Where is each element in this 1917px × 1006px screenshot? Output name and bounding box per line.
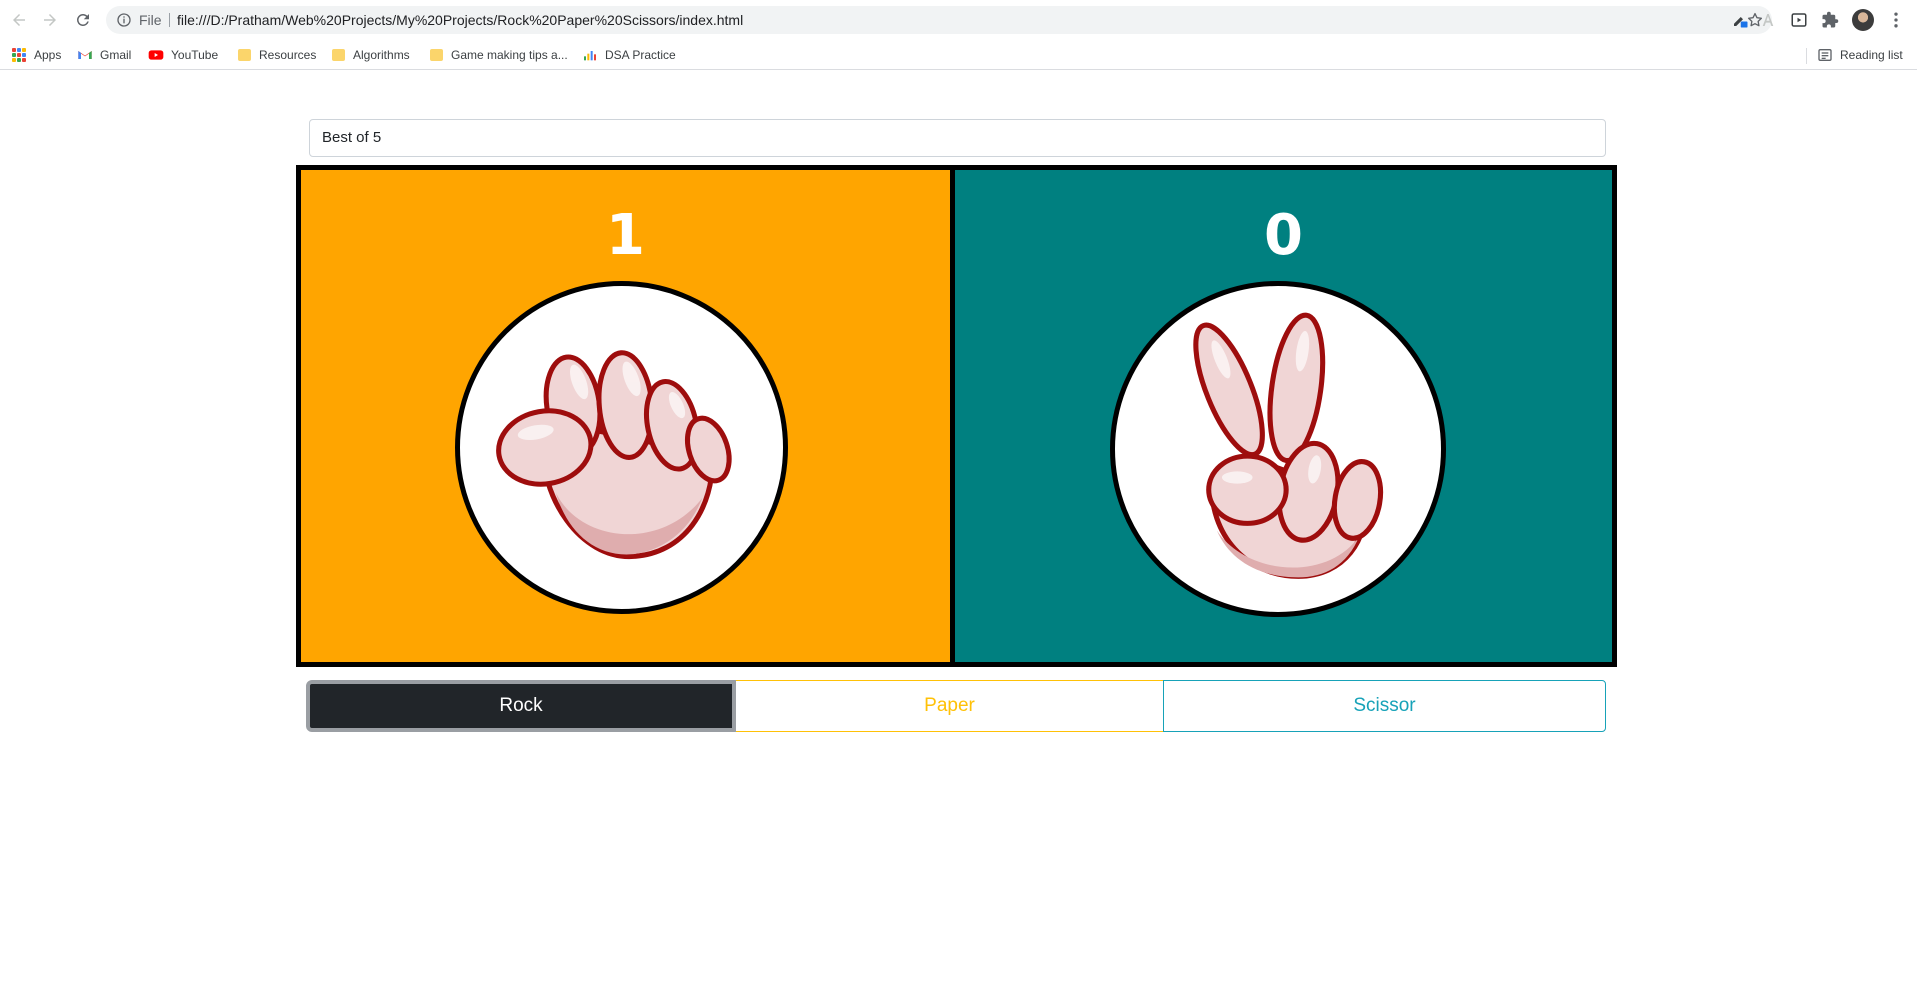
reading-list-icon xyxy=(1817,47,1833,63)
info-icon[interactable] xyxy=(116,12,132,28)
player-score: 1 xyxy=(606,203,645,268)
address-bar[interactable]: File file:///D:/Pratham/Web%20Projects/M… xyxy=(106,6,1772,34)
scheme-label: File xyxy=(139,12,162,28)
omnibox-divider xyxy=(169,13,170,27)
folder-icon xyxy=(428,47,444,63)
bookmark-folder-algorithms[interactable]: Algorithms xyxy=(330,45,410,65)
apps-grid-icon xyxy=(11,47,27,63)
forward-button[interactable] xyxy=(38,8,62,32)
pen-extension-button[interactable] xyxy=(1730,10,1750,30)
choice-button-group: Rock Paper Scissor xyxy=(306,680,1606,732)
bookmarks-bar: Apps Gmail YouTube Resources Algorithms … xyxy=(0,40,1917,70)
scissor-button[interactable]: Scissor xyxy=(1163,680,1606,732)
bookmark-label: Algorithms xyxy=(353,48,410,62)
bookmark-gmail[interactable]: Gmail xyxy=(77,45,131,65)
bookmark-label: YouTube xyxy=(171,48,219,62)
puzzle-icon xyxy=(1822,11,1839,28)
bookmark-label: Resources xyxy=(259,48,317,62)
bookmark-apps[interactable]: Apps xyxy=(11,45,61,65)
arrow-right-icon xyxy=(44,14,56,26)
arrow-left-icon xyxy=(13,14,25,26)
paper-button[interactable]: Paper xyxy=(736,680,1163,732)
profile-avatar[interactable] xyxy=(1852,9,1874,31)
scissors-hand-icon xyxy=(1193,312,1384,579)
a-extension-button[interactable] xyxy=(1758,10,1778,30)
extensions-button[interactable] xyxy=(1820,10,1840,30)
best-of-select[interactable]: Best of 5 xyxy=(309,119,1606,157)
url-text[interactable]: file:///D:/Pratham/Web%20Projects/My%20P… xyxy=(177,11,743,29)
rock-button[interactable]: Rock xyxy=(306,680,736,732)
player-hand-circle xyxy=(455,281,788,614)
computer-panel: 0 xyxy=(955,170,1612,662)
bookmark-youtube[interactable]: YouTube xyxy=(148,45,218,65)
bookmark-folder-game-tips[interactable]: Game making tips a... xyxy=(428,45,568,65)
letter-a-icon xyxy=(1762,14,1774,26)
reading-list-label: Reading list xyxy=(1840,48,1903,62)
bookmark-dsa-practice[interactable]: DSA Practice xyxy=(582,45,676,65)
gmail-icon xyxy=(77,47,93,63)
computer-hand-circle xyxy=(1110,281,1446,617)
youtube-icon xyxy=(148,47,164,63)
bookmark-label: Apps xyxy=(34,48,62,62)
chart-icon xyxy=(582,47,598,63)
pen-icon xyxy=(1734,17,1748,28)
game-board: 1 0 xyxy=(296,165,1617,667)
folder-icon xyxy=(236,47,252,63)
bookmark-label: DSA Practice xyxy=(605,48,676,62)
bookmark-folder-resources[interactable]: Resources xyxy=(236,45,316,65)
player-panel: 1 xyxy=(301,170,955,662)
back-button[interactable] xyxy=(7,8,31,32)
reload-button[interactable] xyxy=(71,8,95,32)
media-play-icon xyxy=(1791,13,1807,27)
media-extension-button[interactable] xyxy=(1789,10,1809,30)
bookmark-label: Game making tips a... xyxy=(451,48,568,62)
folder-icon xyxy=(330,47,346,63)
reading-list-button[interactable]: Reading list xyxy=(1817,45,1903,65)
reload-icon xyxy=(76,13,89,26)
reading-list-divider xyxy=(1806,48,1807,64)
more-menu-icon[interactable] xyxy=(1886,10,1906,30)
computer-score: 0 xyxy=(1264,203,1303,268)
browser-toolbar: File file:///D:/Pratham/Web%20Projects/M… xyxy=(0,0,1917,40)
rock-fist-icon xyxy=(496,350,732,560)
bookmark-label: Gmail xyxy=(100,48,132,62)
